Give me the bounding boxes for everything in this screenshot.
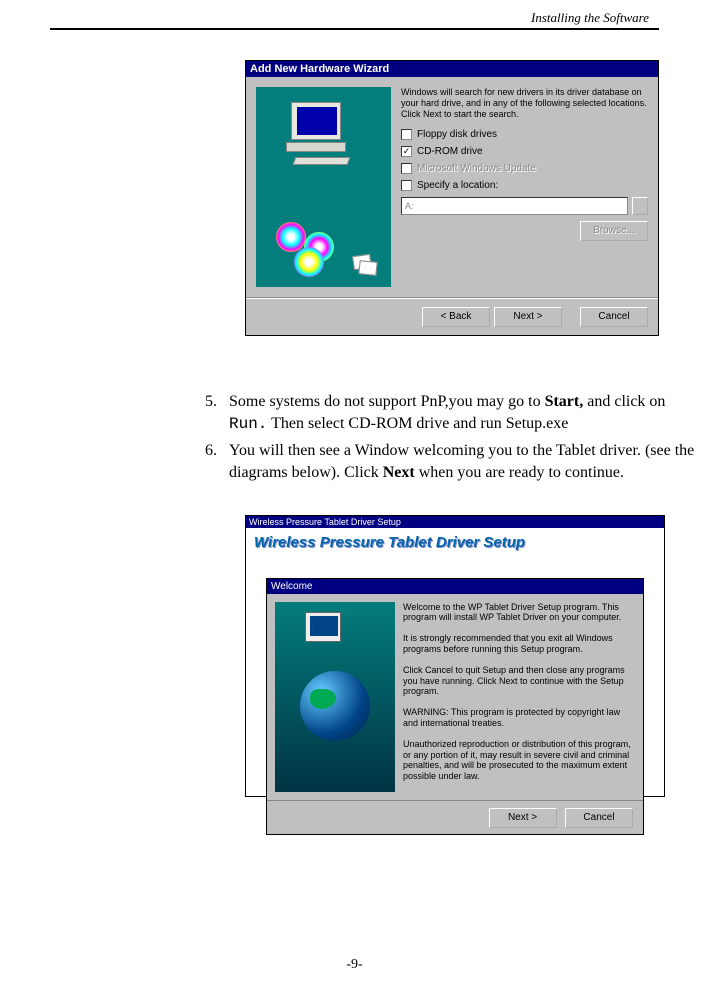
wizard-titlebar: Add New Hardware Wizard bbox=[246, 61, 658, 77]
browse-button[interactable]: Browse... bbox=[580, 221, 648, 241]
wizard-sidebar-art bbox=[256, 87, 391, 287]
monitor-icon bbox=[305, 612, 341, 642]
back-button[interactable]: < Back bbox=[422, 307, 490, 327]
welcome-text: It is strongly recommended that you exit… bbox=[403, 633, 635, 655]
welcome-titlebar: Welcome bbox=[267, 579, 643, 594]
welcome-text: Unauthorized reproduction or distributio… bbox=[403, 739, 635, 782]
floppy-label: Floppy disk drives bbox=[417, 129, 497, 140]
floppy-checkbox[interactable] bbox=[401, 129, 412, 140]
specify-checkbox[interactable] bbox=[401, 180, 412, 191]
welcome-dialog: Welcome Welcome to the WP Tablet Driver … bbox=[266, 578, 644, 835]
welcome-sidebar-art bbox=[275, 602, 395, 792]
next-button[interactable]: Next > bbox=[494, 307, 562, 327]
cdrom-label: CD-ROM drive bbox=[417, 146, 483, 157]
msupdate-label: Microsoft Windows Update bbox=[417, 163, 536, 174]
next-button[interactable]: Next > bbox=[489, 808, 557, 828]
welcome-text: Welcome to the WP Tablet Driver Setup pr… bbox=[403, 602, 635, 624]
location-dropdown-icon[interactable] bbox=[632, 197, 648, 215]
cdrom-checkbox[interactable]: ✓ bbox=[401, 146, 412, 157]
monitor-icon bbox=[291, 102, 341, 140]
wizard-intro-text: Windows will search for new drivers in i… bbox=[401, 87, 648, 119]
header-rule bbox=[50, 28, 659, 30]
page-header: Installing the Software bbox=[50, 10, 659, 28]
setup-outer-titlebar: Wireless Pressure Tablet Driver Setup bbox=[246, 516, 664, 528]
hardware-wizard-window: Add New Hardware Wizard bbox=[245, 60, 659, 336]
cancel-button[interactable]: Cancel bbox=[565, 808, 633, 828]
welcome-text: Click Cancel to quit Setup and then clos… bbox=[403, 665, 635, 697]
msupdate-checkbox[interactable] bbox=[401, 163, 412, 174]
instruction-text: 5. Some systems do not support PnP,you m… bbox=[205, 391, 705, 485]
location-input[interactable]: A: bbox=[401, 197, 628, 215]
cancel-button[interactable]: Cancel bbox=[580, 307, 648, 327]
specify-label: Specify a location: bbox=[417, 180, 498, 191]
page-number: -9- bbox=[0, 957, 709, 973]
globe-icon bbox=[300, 671, 370, 741]
driver-setup-window: Wireless Pressure Tablet Driver Setup Wi… bbox=[245, 515, 665, 797]
welcome-warning: WARNING: This program is protected by co… bbox=[403, 707, 635, 729]
paper-icon bbox=[358, 260, 377, 276]
cd-icon bbox=[294, 247, 324, 277]
